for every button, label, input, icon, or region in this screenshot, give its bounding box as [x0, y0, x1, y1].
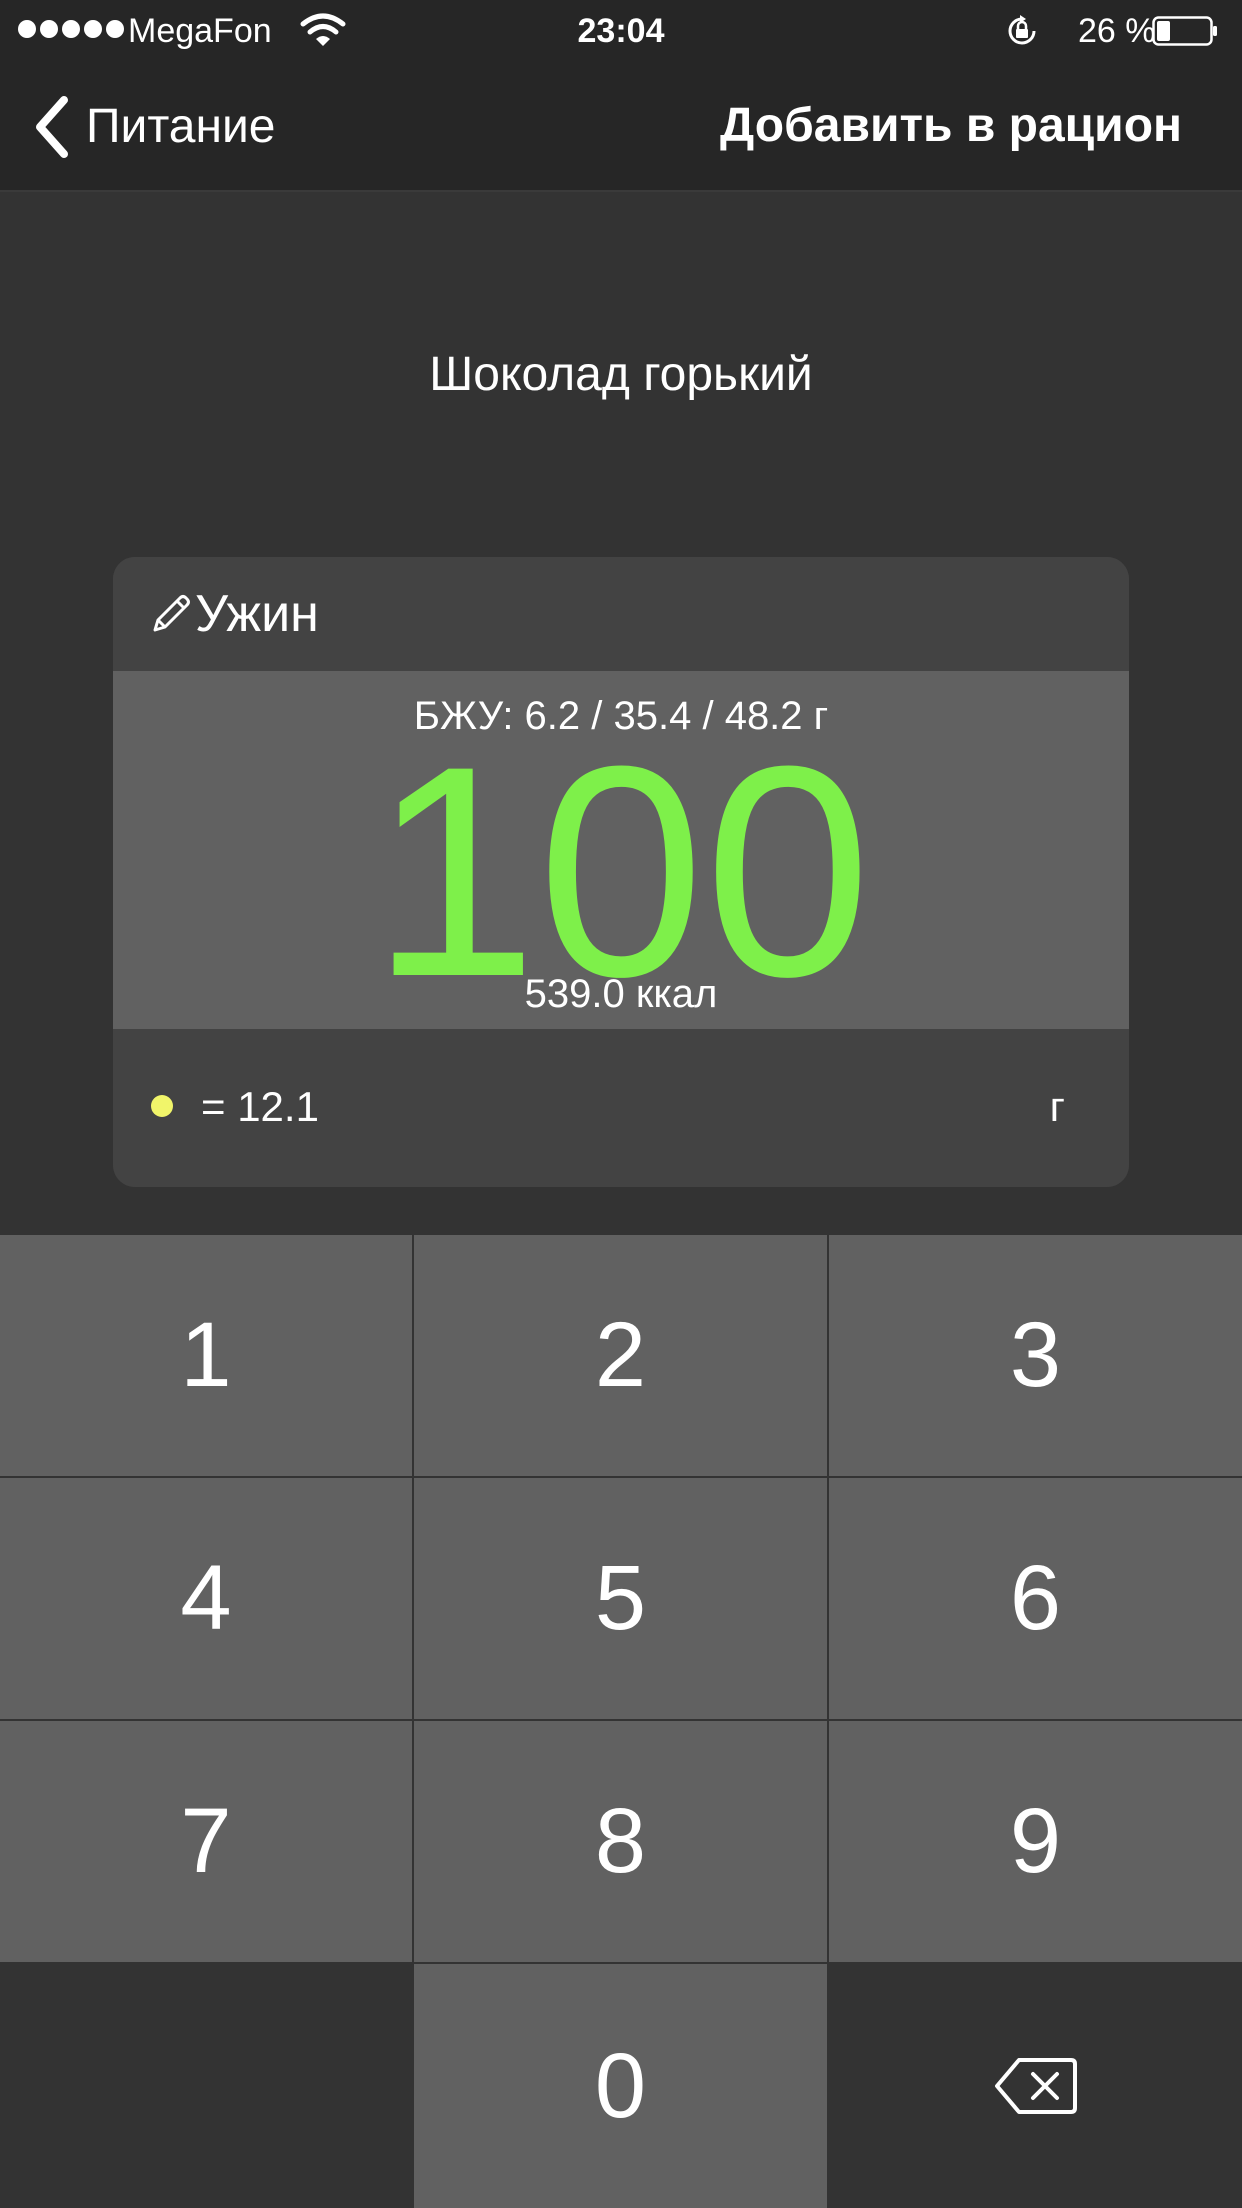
key-3[interactable]: 3: [829, 1235, 1242, 1476]
product-title: Шоколад горький: [429, 348, 813, 401]
numeric-keypad: 1 2 3 4 5 6 7 8 9 0: [0, 1235, 1242, 2208]
equivalent-value: = 12.1: [201, 1083, 319, 1130]
add-to-diet-button[interactable]: Добавить в рацион: [720, 96, 1182, 156]
navigation-bar: Питание Добавить в рацион: [0, 62, 1242, 192]
battery-icon: [1152, 16, 1217, 46]
portion-card: Ужин БЖУ: 6.2 / 35.4 / 48.2 г 100 539.0 …: [113, 557, 1129, 1187]
indicator-dot-icon: [151, 1095, 173, 1117]
meal-label: Ужин: [195, 585, 319, 643]
key-6[interactable]: 6: [829, 1478, 1242, 1719]
status-bar: MegaFon 23:04 26 %: [0, 0, 1242, 62]
battery-percent: 26 %: [1078, 12, 1156, 50]
meal-selector[interactable]: Ужин: [113, 557, 1129, 671]
key-9[interactable]: 9: [829, 1721, 1242, 1962]
key-0[interactable]: 0: [414, 1964, 827, 2208]
calories-label: 539.0 ккал: [524, 972, 718, 1016]
delete-button[interactable]: [829, 1964, 1242, 2208]
status-time: 23:04: [577, 12, 665, 50]
back-button[interactable]: Питание: [30, 92, 275, 162]
key-1[interactable]: 1: [0, 1235, 412, 1476]
back-label: Питание: [86, 100, 276, 153]
unit-selector[interactable]: г: [1050, 1079, 1065, 1135]
key-7[interactable]: 7: [0, 1721, 412, 1962]
backspace-icon: [994, 2058, 1077, 2114]
card-footer: = 12.1 г: [113, 1029, 1129, 1187]
amount-display: БЖУ: 6.2 / 35.4 / 48.2 г 100 539.0 ккал: [113, 671, 1129, 1029]
key-blank: [0, 1964, 412, 2208]
key-8[interactable]: 8: [414, 1721, 827, 1962]
pencil-icon: [153, 595, 190, 632]
key-2[interactable]: 2: [414, 1235, 827, 1476]
key-5[interactable]: 5: [414, 1478, 827, 1719]
rotation-lock-icon: [1008, 15, 1036, 45]
key-4[interactable]: 4: [0, 1478, 412, 1719]
chevron-left-icon: [36, 96, 68, 158]
